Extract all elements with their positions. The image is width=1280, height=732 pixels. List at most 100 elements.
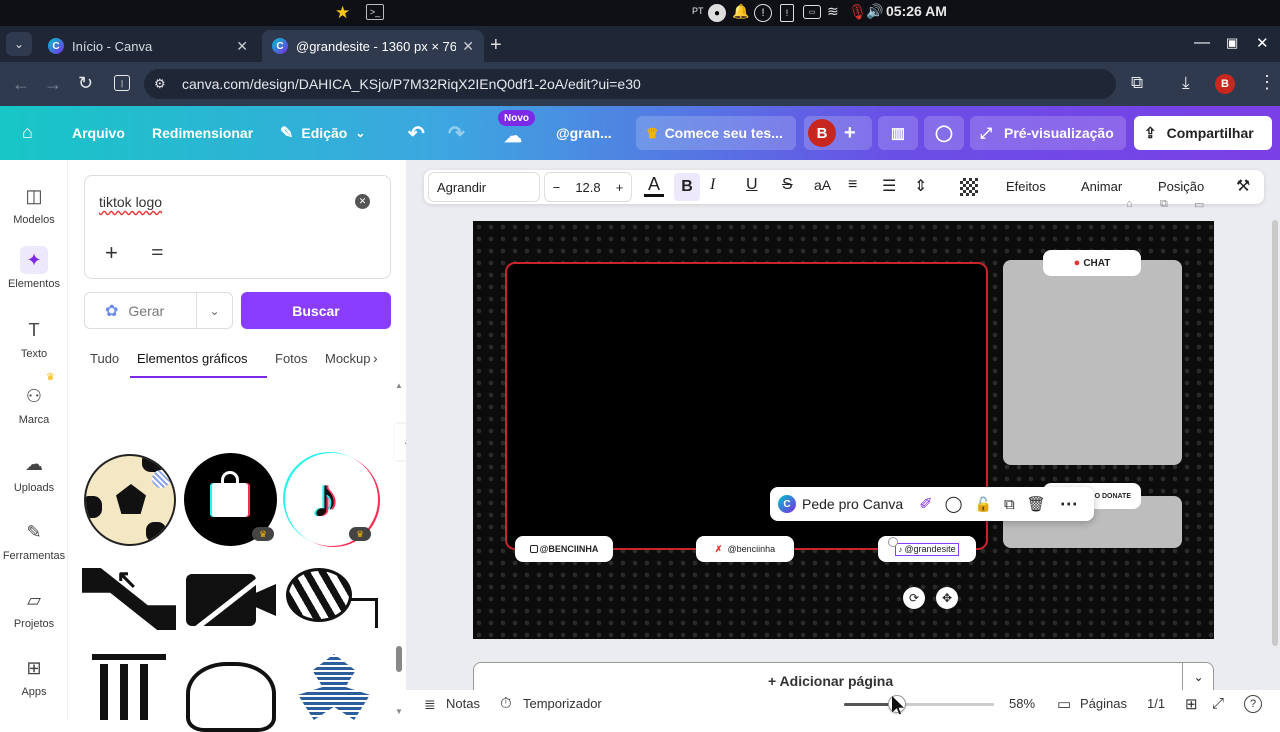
duplicate-page-icon[interactable]: ⧉	[1160, 198, 1168, 211]
social-handle-x[interactable]: ✗ @benciinha	[696, 536, 794, 562]
strikethrough-icon[interactable]: S	[782, 176, 793, 194]
rail-item-projetos[interactable]: ▱ Projetos	[0, 586, 68, 631]
underline-icon[interactable]: U	[746, 176, 758, 194]
close-tab-icon[interactable]: ✕	[462, 38, 474, 55]
scroll-down-arrow[interactable]: ▼	[395, 707, 403, 716]
more-options-icon[interactable]: ⋯	[1060, 494, 1078, 515]
spacing-icon[interactable]: ⇕	[914, 176, 927, 196]
info-icon[interactable]: !	[754, 4, 772, 22]
add-icon[interactable]: +	[105, 240, 118, 266]
home-icon[interactable]: ⌂	[22, 122, 33, 143]
zoom-value[interactable]: 58%	[1009, 696, 1035, 711]
tab-inicio[interactable]: C Início - Canva ✕	[38, 30, 258, 62]
duplicate-icon[interactable]: ⧉	[1004, 496, 1015, 513]
profile-avatar[interactable]: B	[1215, 74, 1235, 94]
zoom-slider[interactable]	[844, 695, 994, 713]
fist-graphic[interactable]	[186, 662, 278, 732]
text-color-icon[interactable]: A	[644, 174, 664, 197]
lock-icon[interactable]: 🔓	[975, 496, 992, 513]
menu-redimensionar[interactable]: Redimensionar	[142, 116, 263, 150]
filter-tab-fotos[interactable]: Fotos	[275, 351, 308, 366]
design-title[interactable]: @gran...	[546, 116, 622, 150]
rail-item-uploads[interactable]: ☁ Uploads	[0, 450, 68, 495]
notes-button[interactable]: Notas	[446, 696, 480, 711]
timer-button[interactable]: Temporizador	[523, 696, 602, 711]
redo-icon[interactable]: ↷	[448, 121, 465, 146]
close-window-icon[interactable]: ✕	[1256, 34, 1269, 52]
social-handle-instagram[interactable]: @BENCIINHA	[515, 536, 613, 562]
tray-obs-icon[interactable]: ●	[708, 4, 726, 22]
chat-panel[interactable]	[1003, 260, 1182, 465]
magic-edit-icon[interactable]: ✐	[919, 494, 932, 514]
forward-icon[interactable]: →	[44, 74, 62, 95]
align-center-icon[interactable]: ≡	[848, 176, 857, 194]
search-input[interactable]: tiktok logo	[99, 194, 162, 210]
undo-icon[interactable]: ↶	[408, 121, 425, 146]
menu-arquivo[interactable]: Arquivo	[62, 116, 135, 150]
resize-handle[interactable]	[888, 537, 898, 547]
minimize-icon[interactable]: —	[1194, 34, 1210, 52]
comments-button[interactable]: ◯	[924, 116, 964, 150]
decrease-size-icon[interactable]: −	[553, 180, 561, 195]
video-off-graphic[interactable]	[184, 564, 278, 636]
rail-item-apps[interactable]: ⊞ Apps	[0, 654, 68, 699]
filter-icon[interactable]: ⚌	[151, 242, 164, 259]
rail-item-marca[interactable]: ♛ ⚇ Marca	[0, 372, 68, 426]
lock-page-icon[interactable]: ⌂	[1126, 198, 1133, 210]
add-page-button[interactable]: + Adicionar página	[768, 673, 893, 689]
tab-list-chevron-icon[interactable]: ⌄	[6, 32, 32, 56]
add-page-top-icon[interactable]: ▭	[1194, 198, 1204, 211]
share-button[interactable]: ⇪ Compartilhar	[1134, 116, 1272, 150]
increase-size-icon[interactable]: +	[616, 180, 624, 195]
scroll-up-arrow[interactable]: ▲	[395, 381, 403, 390]
filter-tab-mockup[interactable]: Mockup	[325, 351, 373, 366]
volume-icon[interactable]: 🔊	[866, 3, 883, 20]
transparency-icon[interactable]	[960, 178, 978, 196]
design-page[interactable]: ● CHAT O DONATE @BENCIINHA ✗ @benciinha …	[473, 221, 1214, 639]
pages-icon[interactable]: ▭	[1057, 695, 1071, 713]
pages-button[interactable]: Páginas	[1080, 696, 1127, 711]
star-icon[interactable]: ★	[335, 3, 350, 23]
rail-item-elementos[interactable]: ✦ Elementos	[0, 246, 68, 290]
split-view-icon[interactable]: |	[114, 75, 130, 91]
bell-icon[interactable]: 🔔	[732, 3, 749, 20]
filter-tab-elementos-graficos[interactable]: Elementos gráficos	[137, 351, 248, 366]
close-tab-icon[interactable]: ✕	[236, 38, 248, 55]
soccer-ball-graphic[interactable]	[84, 454, 176, 546]
column-graphic[interactable]	[92, 654, 168, 720]
editor-scrollbar[interactable]	[1272, 220, 1278, 646]
move-handle-icon[interactable]: ✥	[936, 587, 958, 609]
extensions-icon[interactable]: ⧉	[1131, 73, 1143, 93]
notes-icon[interactable]: ≣	[424, 696, 436, 713]
url-field[interactable]: ⚙ canva.com/design/DAHICA_KSjo/P7M32RiqX…	[144, 69, 1116, 99]
ask-canva-button[interactable]: Pede pro Canva	[802, 496, 903, 512]
chat-label-pill[interactable]: ● CHAT	[1043, 250, 1141, 276]
microphone-icon[interactable]: 🎙	[848, 3, 867, 21]
shopping-bag-graphic[interactable]: ♛	[184, 453, 277, 546]
help-icon[interactable]: ?	[1244, 695, 1262, 713]
filter-tab-tudo[interactable]: Tudo	[90, 351, 119, 366]
italic-icon[interactable]: I	[710, 176, 715, 194]
chevron-down-icon[interactable]: ⌄	[1182, 663, 1214, 691]
paint-roller-icon[interactable]: ⚒	[1236, 176, 1250, 196]
trial-button[interactable]: ♛ Comece seu tes...	[636, 116, 796, 150]
user-avatar[interactable]: B	[808, 119, 836, 147]
site-info-icon[interactable]: ⚙	[154, 76, 166, 92]
add-collaborator-icon[interactable]: +	[844, 122, 856, 145]
letter-case-icon[interactable]: aA	[814, 177, 831, 193]
preview-button[interactable]: ⤢ Pré-visualização	[970, 116, 1126, 150]
cloud-sync-icon[interactable]: ☁	[504, 126, 522, 147]
chevron-right-icon[interactable]: ›	[373, 350, 378, 366]
clipboard-icon[interactable]: !	[780, 4, 794, 22]
tiktok-note-graphic[interactable]: ♪ ♛	[285, 453, 378, 546]
generate-dropdown[interactable]: ✿ Gerar ⌄	[84, 292, 233, 329]
terminal-icon[interactable]: >_	[366, 4, 384, 20]
trash-icon[interactable]: 🗑	[1027, 495, 1046, 513]
font-picker[interactable]: Agrandir	[428, 172, 540, 202]
download-icon[interactable]: ⤓	[1182, 73, 1190, 93]
bold-icon[interactable]: B	[674, 173, 700, 201]
chevron-down-icon[interactable]: ⌄	[196, 293, 232, 328]
toolbar-animate[interactable]: Animar	[1081, 179, 1122, 194]
toolbar-effects[interactable]: Efeitos	[1006, 179, 1046, 194]
rail-item-modelos[interactable]: ◫ Modelos	[0, 182, 68, 227]
